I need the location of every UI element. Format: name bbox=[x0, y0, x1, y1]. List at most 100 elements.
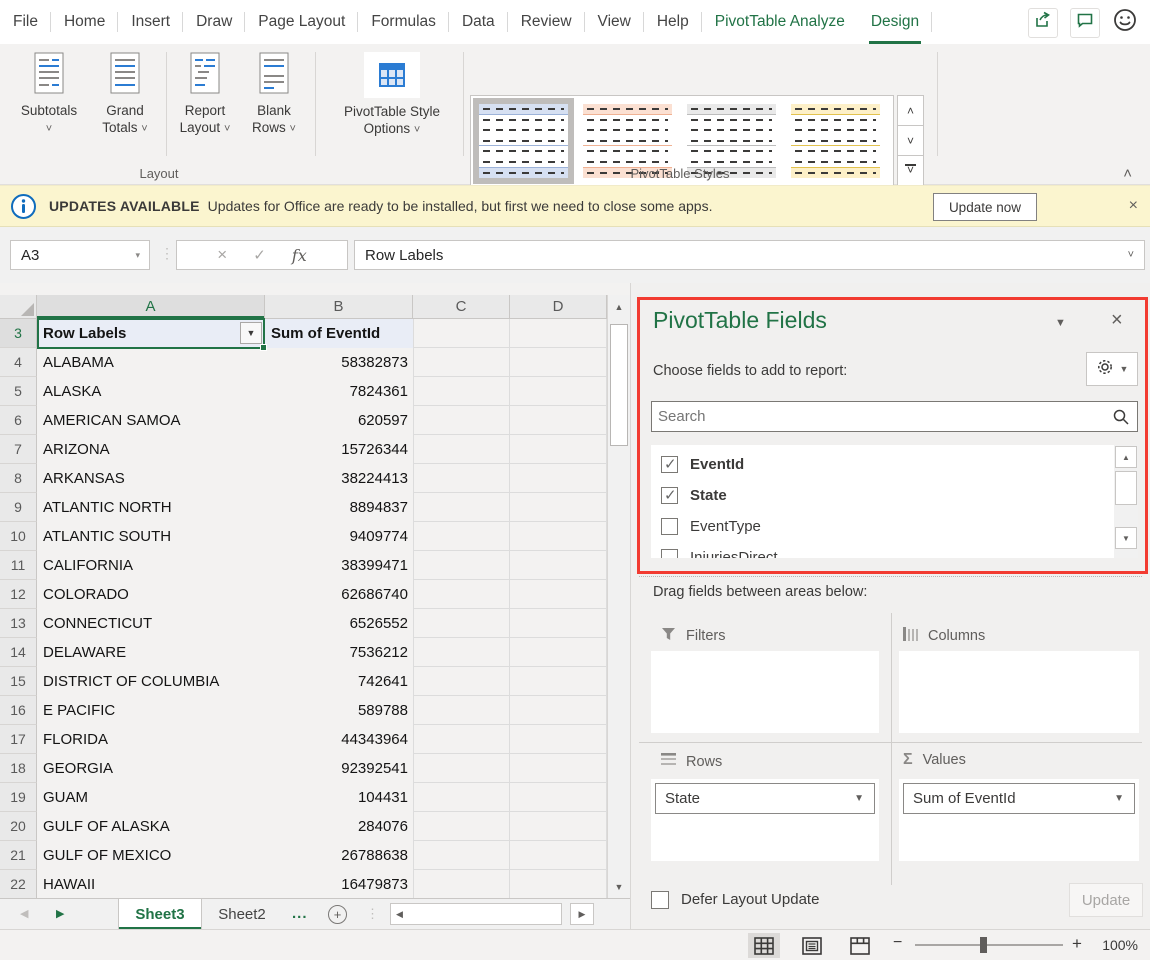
empty-cell[interactable] bbox=[413, 754, 510, 783]
more-sheets-ellipsis[interactable]: ... bbox=[292, 905, 308, 922]
field-list-scrollbar[interactable]: ▲ ▼ bbox=[1114, 445, 1138, 558]
row-number[interactable]: 8 bbox=[0, 464, 37, 493]
empty-cell[interactable] bbox=[413, 812, 510, 841]
cell-state[interactable]: GUAM bbox=[37, 783, 265, 812]
empty-cell[interactable] bbox=[413, 522, 510, 551]
empty-cell[interactable] bbox=[413, 319, 510, 348]
normal-view-icon[interactable] bbox=[748, 933, 780, 958]
blank-rows-button[interactable]: Blank Rows ˅ bbox=[240, 52, 308, 137]
tab-page-layout[interactable]: Page Layout bbox=[245, 0, 358, 44]
scroll-up-icon[interactable]: ▲ bbox=[608, 295, 630, 318]
column-header-d[interactable]: D bbox=[510, 295, 607, 319]
values-field-pill-sum-of-eventid[interactable]: Sum of EventId ▼ bbox=[903, 783, 1135, 814]
filters-drop-area[interactable] bbox=[651, 651, 879, 733]
empty-cell[interactable] bbox=[413, 638, 510, 667]
empty-cell[interactable] bbox=[510, 493, 607, 522]
cell-value[interactable]: 26788638 bbox=[265, 841, 413, 870]
empty-cell[interactable] bbox=[510, 783, 607, 812]
pill-chevron-down-icon[interactable]: ▼ bbox=[854, 793, 864, 804]
tab-draw[interactable]: Draw bbox=[183, 0, 245, 44]
field-item-eventtype[interactable]: EventType bbox=[661, 514, 761, 538]
search-icon[interactable] bbox=[1112, 408, 1130, 431]
row-number[interactable]: 6 bbox=[0, 406, 37, 435]
sheet-nav-right-icon[interactable]: ▶ bbox=[56, 907, 64, 920]
sheet-tab-sheet3[interactable]: Sheet3 bbox=[118, 899, 202, 929]
row-number[interactable]: 18 bbox=[0, 754, 37, 783]
tab-file[interactable]: File bbox=[0, 0, 51, 44]
row-number[interactable]: 7 bbox=[0, 435, 37, 464]
cell-state[interactable]: CALIFORNIA bbox=[37, 551, 265, 580]
row-number[interactable]: 13 bbox=[0, 609, 37, 638]
add-sheet-icon[interactable]: + bbox=[328, 905, 347, 924]
empty-cell[interactable] bbox=[413, 464, 510, 493]
cell-state[interactable]: CONNECTICUT bbox=[37, 609, 265, 638]
rows-drop-area[interactable]: State ▼ bbox=[651, 779, 879, 861]
tab-home[interactable]: Home bbox=[51, 0, 118, 44]
empty-cell[interactable] bbox=[413, 696, 510, 725]
row-number[interactable]: 11 bbox=[0, 551, 37, 580]
cell-value[interactable]: 16479873 bbox=[265, 870, 413, 899]
gallery-scroll-down-icon[interactable]: ˅ bbox=[897, 125, 924, 156]
share-button[interactable] bbox=[1028, 8, 1058, 38]
cell-state[interactable]: ATLANTIC NORTH bbox=[37, 493, 265, 522]
empty-cell[interactable] bbox=[413, 406, 510, 435]
update-button[interactable]: Update bbox=[1069, 883, 1143, 917]
column-header-b[interactable]: B bbox=[265, 295, 413, 319]
cell-state[interactable]: ARIZONA bbox=[37, 435, 265, 464]
row-number[interactable]: 22 bbox=[0, 870, 37, 899]
cell-value[interactable]: 7536212 bbox=[265, 638, 413, 667]
cell-state[interactable]: GULF OF MEXICO bbox=[37, 841, 265, 870]
empty-cell[interactable] bbox=[413, 667, 510, 696]
cell-value[interactable]: 92392541 bbox=[265, 754, 413, 783]
empty-cell[interactable] bbox=[413, 348, 510, 377]
search-input[interactable] bbox=[658, 404, 1098, 429]
checkbox-checked-icon[interactable] bbox=[661, 487, 678, 504]
tab-review[interactable]: Review bbox=[508, 0, 585, 44]
tab-pivottable-analyze[interactable]: PivotTable Analyze bbox=[702, 0, 858, 44]
cell-value[interactable]: 7824361 bbox=[265, 377, 413, 406]
empty-cell[interactable] bbox=[510, 812, 607, 841]
empty-cell[interactable] bbox=[510, 319, 607, 348]
cell-value[interactable]: 104431 bbox=[265, 783, 413, 812]
row-number[interactable]: 15 bbox=[0, 667, 37, 696]
rows-field-pill-state[interactable]: State ▼ bbox=[655, 783, 875, 814]
checkbox-icon[interactable] bbox=[661, 549, 678, 559]
tools-button[interactable]: ▼ bbox=[1086, 352, 1138, 386]
cell-state[interactable]: ALABAMA bbox=[37, 348, 265, 377]
checkbox-icon[interactable] bbox=[661, 518, 678, 535]
cell-value[interactable]: 8894837 bbox=[265, 493, 413, 522]
empty-cell[interactable] bbox=[413, 551, 510, 580]
cell-state[interactable]: DELAWARE bbox=[37, 638, 265, 667]
row-number[interactable]: 5 bbox=[0, 377, 37, 406]
scroll-right-icon[interactable]: ▶ bbox=[570, 903, 594, 925]
cell-value[interactable]: 58382873 bbox=[265, 348, 413, 377]
column-header-a[interactable]: A bbox=[37, 295, 265, 319]
empty-cell[interactable] bbox=[510, 870, 607, 899]
row-number[interactable]: 17 bbox=[0, 725, 37, 754]
cell-state[interactable]: DISTRICT OF COLUMBIA bbox=[37, 667, 265, 696]
column-header-c[interactable]: C bbox=[413, 295, 510, 319]
pill-chevron-down-icon[interactable]: ▼ bbox=[1114, 793, 1124, 804]
field-item-state[interactable]: State bbox=[661, 483, 727, 507]
tab-design[interactable]: Design bbox=[858, 0, 932, 44]
row-number[interactable]: 16 bbox=[0, 696, 37, 725]
feedback-smiley-icon[interactable] bbox=[1112, 7, 1138, 38]
row-number[interactable]: 14 bbox=[0, 638, 37, 667]
empty-cell[interactable] bbox=[510, 551, 607, 580]
cell-state[interactable]: ATLANTIC SOUTH bbox=[37, 522, 265, 551]
cell-value[interactable]: 9409774 bbox=[265, 522, 413, 551]
cell-value[interactable]: 284076 bbox=[265, 812, 413, 841]
row-number[interactable]: 19 bbox=[0, 783, 37, 812]
row-labels-filter-dropdown-icon[interactable]: ▼ bbox=[240, 322, 262, 344]
field-list-scroll-thumb[interactable] bbox=[1115, 471, 1137, 505]
grand-totals-button[interactable]: Grand Totals ˅ bbox=[88, 52, 162, 137]
empty-cell[interactable] bbox=[413, 841, 510, 870]
row-number[interactable]: 3 bbox=[0, 319, 37, 348]
insert-function-icon[interactable]: fx bbox=[292, 246, 307, 265]
empty-cell[interactable] bbox=[413, 609, 510, 638]
empty-cell[interactable] bbox=[413, 725, 510, 754]
scroll-down-icon[interactable]: ▼ bbox=[608, 875, 630, 898]
defer-layout-checkbox[interactable] bbox=[651, 891, 669, 909]
comments-button[interactable] bbox=[1070, 8, 1100, 38]
cell-value[interactable]: 620597 bbox=[265, 406, 413, 435]
